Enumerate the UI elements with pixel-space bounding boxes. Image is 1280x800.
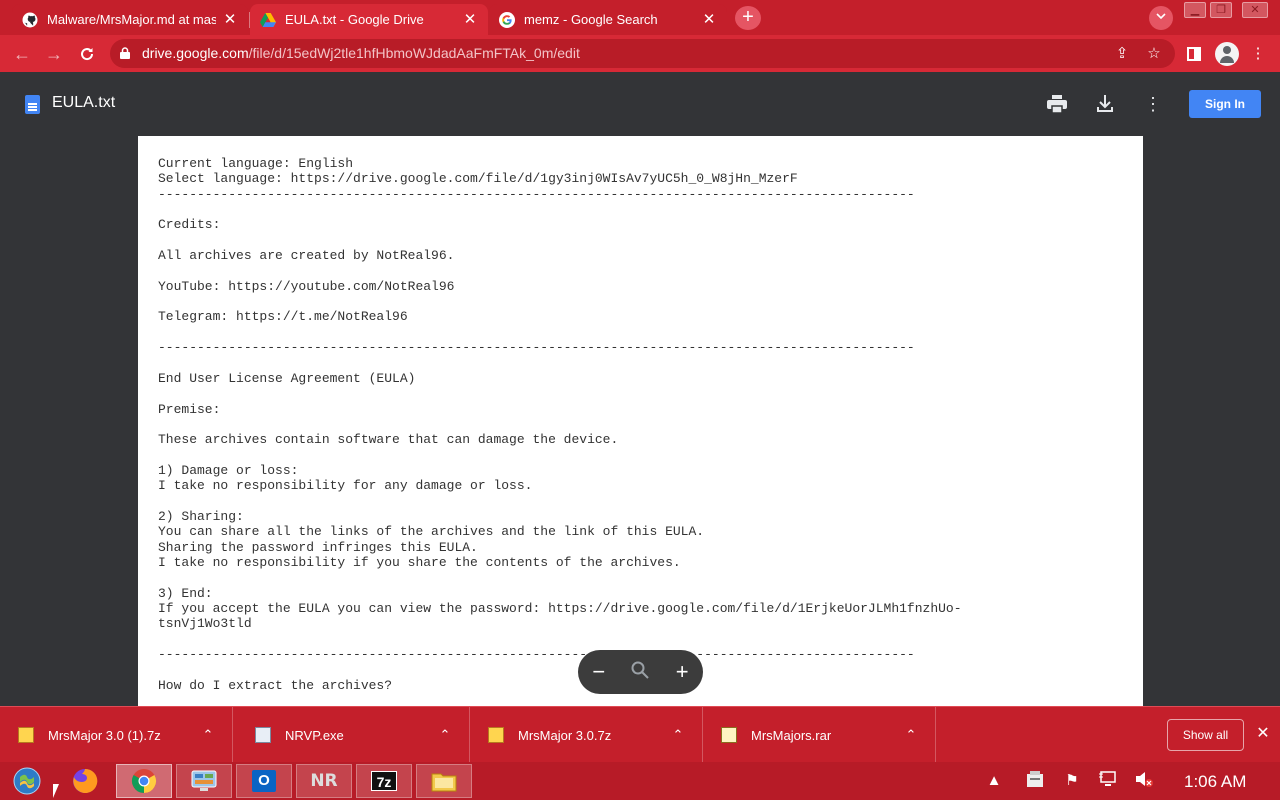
chevron-up-icon[interactable]: ⌃ — [198, 727, 218, 743]
taskbar-file-explorer[interactable] — [416, 764, 472, 798]
restore-button[interactable]: ❐ — [1210, 2, 1232, 18]
chevron-up-icon[interactable]: ⌃ — [435, 727, 455, 743]
taskbar: O NR 7z ▲ ⚑ 1:06 AM — [0, 762, 1280, 800]
reload-button[interactable] — [73, 40, 101, 68]
taskbar-control-panel[interactable] — [176, 764, 232, 798]
7zip-icon: 7z — [371, 771, 397, 791]
flag-icon[interactable]: ⚑ — [1061, 770, 1083, 792]
bookmark-star-icon[interactable]: ☆ — [1145, 45, 1163, 63]
browser-menu-icon[interactable]: ⋮ — [1246, 42, 1270, 66]
exe-file-icon — [255, 727, 271, 743]
file-explorer-icon — [431, 773, 457, 792]
sign-in-button[interactable]: Sign In — [1189, 90, 1261, 118]
download-file-name: MrsMajor 3.0 (1).7z — [48, 727, 161, 743]
lock-icon[interactable] — [120, 47, 130, 59]
zoom-icon[interactable] — [625, 661, 655, 683]
close-icon[interactable]: ✕ — [1254, 725, 1272, 743]
chevron-up-icon[interactable]: ⌃ — [901, 727, 921, 743]
document-text: Current language: English Select languag… — [158, 156, 962, 693]
url-path: /file/d/15edWj2tle1hfHbmoWJdadAaFmFTAk_0… — [248, 45, 580, 61]
close-window-button[interactable]: ✕ — [1242, 2, 1268, 18]
forward-button[interactable]: → — [40, 40, 68, 68]
document-page: Current language: English Select languag… — [138, 136, 1143, 706]
chevron-down-icon — [1156, 13, 1166, 20]
tab-title: EULA.txt - Google Drive — [285, 12, 424, 27]
github-icon — [22, 12, 38, 28]
show-all-downloads-button[interactable]: Show all — [1167, 719, 1244, 751]
rar-file-icon — [721, 727, 737, 743]
network-icon[interactable] — [1097, 770, 1119, 792]
tab-google-drive[interactable]: EULA.txt - Google Drive ✕ — [250, 4, 488, 35]
download-file-name: MrsMajor 3.0.7z — [518, 727, 612, 743]
taskbar-firefox[interactable] — [57, 764, 113, 798]
profile-avatar[interactable] — [1215, 42, 1239, 66]
more-options-icon[interactable]: ⋮ — [1141, 92, 1165, 116]
close-tab-icon[interactable]: ✕ — [222, 11, 238, 28]
address-bar[interactable]: drive.google.com/file/d/15edWj2tle1hfHbm… — [110, 39, 1175, 68]
taskbar-outlook[interactable]: O — [236, 764, 292, 798]
url-text[interactable]: drive.google.com/file/d/15edWj2tle1hfHbm… — [142, 45, 580, 61]
print-icon[interactable] — [1045, 92, 1069, 116]
viewer-header: EULA.txt ⋮ Sign In — [0, 72, 1280, 134]
action-center-icon[interactable] — [1024, 770, 1046, 792]
download-item[interactable]: MrsMajors.rar ⌃ — [703, 707, 936, 763]
mouse-cursor-icon — [53, 784, 59, 798]
download-item[interactable]: NRVP.exe ⌃ — [237, 707, 470, 763]
tab-title: memz - Google Search — [524, 12, 658, 27]
start-orb-icon — [13, 767, 41, 795]
zoom-controls: − + — [578, 650, 703, 694]
close-tab-icon[interactable]: ✕ — [701, 11, 717, 28]
show-hidden-icons-icon[interactable]: ▲ — [983, 770, 1005, 792]
system-clock[interactable]: 1:06 AM — [1184, 772, 1246, 792]
firefox-icon — [73, 768, 98, 793]
share-icon[interactable]: ⇪ — [1113, 45, 1131, 63]
tab-title: Malware/MrsMajor.md at master · pankoza2… — [47, 12, 216, 27]
drive-file-viewer: EULA.txt ⋮ Sign In Current language: Eng… — [0, 72, 1280, 706]
chevron-up-icon[interactable]: ⌃ — [668, 727, 688, 743]
taskbar-chrome[interactable] — [116, 764, 172, 798]
new-tab-button[interactable]: + — [735, 6, 761, 30]
start-button[interactable] — [0, 764, 54, 798]
google-drive-icon — [260, 12, 276, 28]
url-host: drive.google.com — [142, 45, 249, 61]
back-button[interactable]: ← — [8, 40, 36, 68]
google-icon — [499, 11, 515, 28]
download-file-name: MrsMajors.rar — [751, 727, 832, 743]
tab-google-search[interactable]: memz - Google Search ✕ — [489, 4, 727, 35]
zoom-in-button[interactable]: + — [667, 661, 697, 683]
taskbar-nr-app[interactable]: NR — [296, 764, 352, 798]
7z-file-icon — [488, 727, 504, 743]
tab-github[interactable]: Malware/MrsMajor.md at master · pankoza2… — [12, 4, 248, 35]
download-file-name: NRVP.exe — [285, 727, 344, 743]
reload-icon — [81, 48, 94, 61]
tab-strip: Malware/MrsMajor.md at master · pankoza2… — [0, 0, 1280, 35]
tab-search-button[interactable] — [1149, 6, 1173, 30]
download-shelf: MrsMajor 3.0 (1).7z ⌃ NRVP.exe ⌃ MrsMajo… — [0, 706, 1280, 763]
outlook-icon: O — [252, 770, 276, 792]
zoom-out-button[interactable]: − — [584, 661, 614, 683]
side-panel-icon[interactable] — [1182, 42, 1206, 66]
download-item[interactable]: MrsMajor 3.0.7z ⌃ — [470, 707, 703, 763]
taskbar-7zip[interactable]: 7z — [356, 764, 412, 798]
download-icon[interactable] — [1093, 92, 1117, 116]
chrome-icon — [131, 769, 157, 793]
download-item[interactable]: MrsMajor 3.0 (1).7z ⌃ — [0, 707, 233, 763]
7z-file-icon — [18, 727, 34, 743]
browser-toolbar: ← → drive.google.com/file/d/15edWj2tle1h… — [0, 35, 1280, 72]
control-panel-icon — [191, 770, 217, 791]
volume-muted-icon[interactable] — [1133, 770, 1155, 792]
nr-app-icon: NR — [310, 771, 338, 791]
file-name: EULA.txt — [52, 94, 116, 111]
minimize-button[interactable]: ▁ — [1184, 2, 1206, 18]
close-tab-icon[interactable]: ✕ — [462, 11, 478, 28]
text-document-icon — [25, 95, 40, 114]
